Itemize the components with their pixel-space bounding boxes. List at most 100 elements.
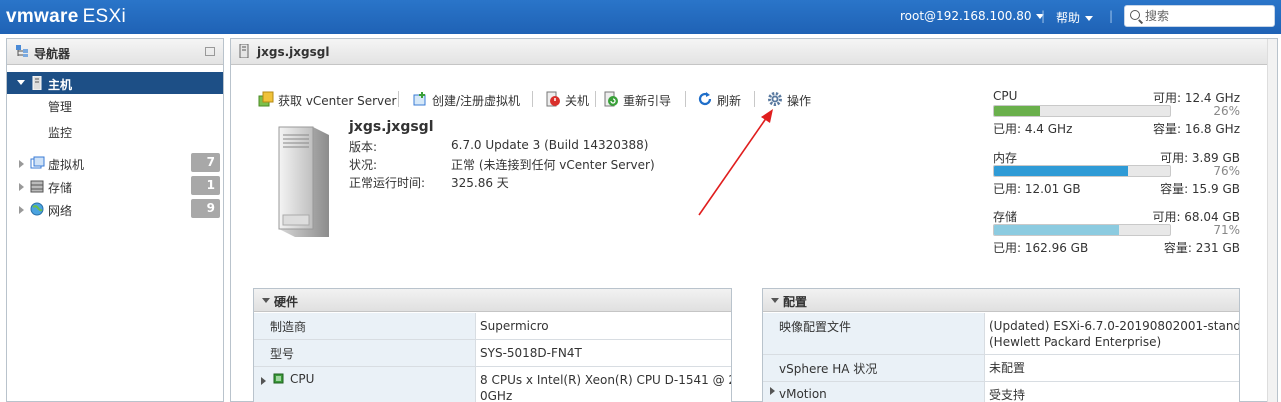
sidebar-item-label: 存储 bbox=[48, 181, 73, 195]
sidebar-item-label: 网络 bbox=[48, 204, 73, 218]
usage-percent: 76% bbox=[1213, 164, 1240, 178]
network-globe-icon bbox=[30, 202, 44, 216]
usage-percent: 26% bbox=[1213, 104, 1240, 118]
sidebar-item-vms[interactable]: 虚拟机 7 bbox=[7, 153, 223, 175]
divider: | bbox=[1109, 9, 1114, 23]
search-input[interactable] bbox=[1145, 8, 1271, 24]
table-row: 制造商 Supermicro bbox=[254, 313, 731, 340]
search-box[interactable] bbox=[1124, 5, 1275, 27]
section-title: 配置 bbox=[783, 295, 808, 309]
vcenter-icon bbox=[258, 91, 274, 107]
row-label: 制造商 bbox=[270, 320, 307, 334]
storage-icon bbox=[30, 180, 44, 193]
search-icon bbox=[1130, 10, 1140, 20]
uptime-value: 325.86 天 bbox=[451, 176, 509, 190]
sidebar-item-monitor[interactable]: 监控 bbox=[48, 124, 72, 141]
row-value-cont: (Hewlett Packard Enterprise) bbox=[989, 335, 1162, 349]
sidebar-item-manage[interactable]: 管理 bbox=[48, 98, 72, 115]
expand-icon[interactable] bbox=[19, 160, 24, 168]
state-value: 正常 (未连接到任何 vCenter Server) bbox=[451, 158, 655, 172]
count-badge: 7 bbox=[191, 153, 220, 172]
version-value: 6.7.0 Update 3 (Build 14320388) bbox=[451, 138, 649, 152]
server-icon bbox=[32, 76, 42, 90]
count-badge: 1 bbox=[191, 176, 220, 195]
table-row-vmotion[interactable]: vMotion 受支持 bbox=[763, 382, 1239, 402]
sidebar-item-host[interactable]: 主机 bbox=[7, 72, 223, 94]
toolbar-divider bbox=[754, 91, 755, 107]
toolbar-divider bbox=[398, 91, 399, 107]
top-bar: vmware ESXi root@192.168.100.80 | 帮助 | bbox=[0, 0, 1281, 34]
brand-esxi: ESXi bbox=[82, 6, 127, 27]
usage-bar bbox=[993, 165, 1171, 177]
navigator-header: 导航器 bbox=[7, 39, 223, 65]
reboot-icon bbox=[604, 91, 618, 107]
table-row: vSphere HA 状况 未配置 bbox=[763, 355, 1239, 382]
gear-icon bbox=[768, 92, 782, 106]
usage-bar-fill bbox=[994, 225, 1119, 235]
server-tower-icon bbox=[278, 126, 329, 237]
expand-icon[interactable] bbox=[770, 387, 775, 395]
row-label: 映像配置文件 bbox=[779, 320, 852, 334]
configuration-header[interactable]: 配置 bbox=[763, 289, 1239, 312]
sidebar-item-network[interactable]: 网络 9 bbox=[7, 199, 223, 221]
toolbar-divider bbox=[595, 91, 596, 107]
create-vm-icon bbox=[413, 92, 426, 106]
resource-name: 内存 bbox=[993, 151, 1018, 165]
resource-name: 存储 bbox=[993, 210, 1018, 224]
host-summary-panel: jxgs.jxgsgl 获取 vCenter Server 创建/注册虚拟机 关… bbox=[230, 38, 1278, 402]
section-title: 硬件 bbox=[274, 295, 299, 309]
row-label: CPU bbox=[290, 372, 315, 386]
sidebar-item-label: 主机 bbox=[48, 78, 73, 92]
row-value: (Updated) ESXi-6.7.0-20190802001-standar… bbox=[989, 319, 1240, 333]
divider: | bbox=[1041, 9, 1046, 23]
row-value: 受支持 bbox=[989, 388, 1026, 402]
main-header: jxgs.jxgsgl bbox=[231, 39, 1277, 65]
resource-name: CPU bbox=[993, 89, 1018, 103]
help-menu[interactable]: 帮助 bbox=[1056, 9, 1094, 26]
row-value: Supermicro bbox=[480, 319, 549, 333]
vertical-scrollbar[interactable] bbox=[1267, 39, 1277, 402]
toolbar-divider bbox=[685, 91, 686, 107]
resource-used: 已用: 162.96 GB bbox=[993, 241, 1089, 255]
usage-bar-fill bbox=[994, 106, 1040, 116]
collapse-icon[interactable] bbox=[771, 298, 779, 303]
row-label: 型号 bbox=[270, 347, 295, 361]
hardware-header[interactable]: 硬件 bbox=[254, 289, 731, 312]
table-row-cpu[interactable]: CPU 8 CPUs x Intel(R) Xeon(R) CPU D-1541… bbox=[254, 367, 731, 402]
toolbar-label: 创建/注册虚拟机 bbox=[432, 94, 521, 108]
brand-vmware: vmware bbox=[6, 6, 79, 27]
expand-icon[interactable] bbox=[19, 183, 24, 191]
toolbar-label: 关机 bbox=[565, 94, 590, 108]
hardware-panel: 硬件 制造商 Supermicro 型号 SYS-5018D-FN4T CPU … bbox=[253, 288, 732, 402]
resource-capacity: 容量: 231 GB bbox=[1163, 241, 1240, 255]
expand-icon[interactable] bbox=[19, 206, 24, 214]
resource-used: 已用: 12.01 GB bbox=[993, 182, 1081, 196]
navigator-icon bbox=[16, 45, 28, 57]
server-icon bbox=[239, 44, 249, 58]
sidebar-item-storage[interactable]: 存储 1 bbox=[7, 176, 223, 198]
row-label: vMotion bbox=[779, 387, 827, 401]
help-label: 帮助 bbox=[1056, 11, 1081, 25]
uptime-label: 正常运行时间: bbox=[349, 176, 426, 190]
navigator-title: 导航器 bbox=[34, 47, 71, 61]
resource-capacity: 容量: 15.9 GB bbox=[1160, 182, 1240, 196]
expand-icon[interactable] bbox=[261, 377, 266, 385]
collapse-icon[interactable] bbox=[262, 298, 270, 303]
page-title: jxgs.jxgsgl bbox=[257, 45, 330, 59]
usage-bar-fill bbox=[994, 166, 1128, 176]
virtual-machine-icon bbox=[30, 156, 45, 169]
chevron-down-icon bbox=[1085, 16, 1094, 21]
usage-bar bbox=[993, 224, 1171, 236]
user-menu[interactable]: root@192.168.100.80 bbox=[900, 9, 1045, 23]
toolbar-divider bbox=[532, 91, 533, 107]
annotation-arrow bbox=[698, 109, 773, 216]
configuration-panel: 配置 映像配置文件 (Updated) ESXi-6.7.0-201908020… bbox=[762, 288, 1240, 402]
vmware-esxi-logo[interactable]: vmware ESXi bbox=[6, 6, 126, 28]
expand-icon[interactable] bbox=[17, 80, 25, 85]
resource-capacity: 容量: 16.8 GHz bbox=[1152, 122, 1240, 136]
row-value-cont: 0GHz bbox=[480, 389, 513, 402]
usage-percent: 71% bbox=[1213, 223, 1240, 237]
power-off-icon bbox=[546, 91, 560, 107]
row-value: SYS-5018D-FN4T bbox=[480, 346, 582, 360]
collapse-icon[interactable] bbox=[205, 47, 215, 56]
